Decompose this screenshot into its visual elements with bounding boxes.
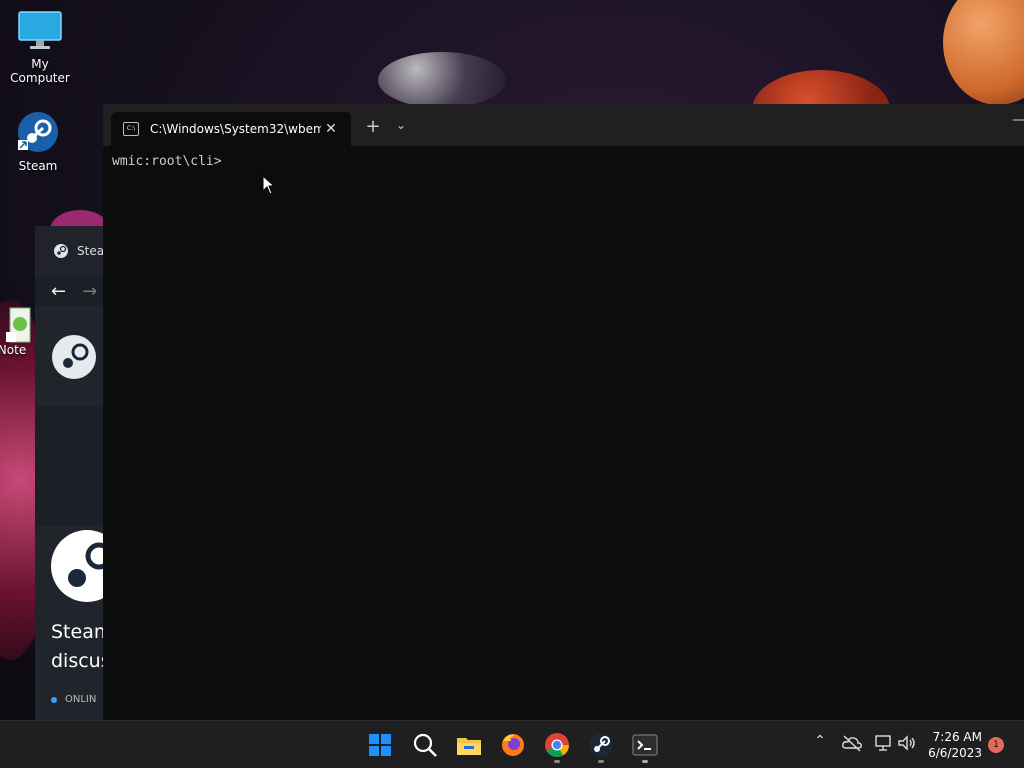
search-icon[interactable] — [411, 731, 439, 759]
notification-badge[interactable]: 1 — [988, 737, 1004, 753]
forward-arrow-icon[interactable]: → — [82, 281, 97, 302]
online-status: ONLIN — [51, 694, 96, 705]
close-tab-icon[interactable]: ✕ — [321, 121, 341, 137]
volume-icon[interactable] — [896, 733, 918, 753]
running-indicator — [554, 760, 560, 763]
wallpaper-glass-sphere — [378, 52, 506, 108]
terminal-prompt[interactable]: wmic:root\cli> — [112, 154, 222, 169]
cmd-icon: C:\ — [123, 122, 139, 136]
online-dot-icon — [51, 696, 57, 703]
terminal-titlebar[interactable]: C:\ C:\Windows\System32\wbem ✕ + ⌄ — — [103, 104, 1024, 146]
back-arrow-icon[interactable]: ← — [51, 281, 66, 302]
cloud-off-icon[interactable] — [841, 733, 863, 753]
terminal-tab[interactable]: C:\ C:\Windows\System32\wbem ✕ — [111, 112, 351, 146]
steam-tab-label: Stea — [77, 244, 105, 258]
notepad-icon — [6, 307, 31, 343]
start-icon[interactable] — [366, 731, 394, 759]
network-icon[interactable] — [873, 733, 895, 753]
terminal-icon[interactable] — [631, 731, 659, 759]
steam-logo-icon[interactable] — [51, 334, 97, 380]
chevron-down-icon[interactable]: ⌄ — [393, 118, 409, 132]
new-tab-button[interactable]: + — [363, 116, 383, 137]
taskbar: ⌃ 7:26 AM 6/6/2023 1 — [0, 720, 1024, 768]
minimize-button[interactable]: — — [1012, 112, 1024, 128]
running-indicator — [642, 760, 648, 763]
steam-icon[interactable] — [587, 731, 615, 759]
steam-icon — [54, 244, 68, 258]
desktop-icon-label: Steam — [18, 159, 58, 173]
desktop-icon-steam[interactable]: Steam — [0, 110, 78, 173]
clock-date: 6/6/2023 — [928, 746, 982, 760]
clock[interactable]: 7:26 AM 6/6/2023 — [928, 729, 982, 761]
mouse-cursor-icon — [262, 175, 276, 195]
monitor-icon — [18, 11, 62, 49]
steam-icon — [18, 112, 58, 152]
firefox-icon[interactable] — [499, 731, 527, 759]
chevron-up-icon[interactable]: ⌃ — [809, 733, 831, 749]
clock-time: 7:26 AM — [932, 730, 982, 744]
running-indicator — [598, 760, 604, 763]
chrome-icon[interactable] — [543, 731, 571, 759]
desktop-icon-my-computer[interactable]: My Computer — [0, 10, 80, 85]
file-explorer-icon[interactable] — [455, 731, 483, 759]
terminal-window[interactable]: C:\ C:\Windows\System32\wbem ✕ + ⌄ — wmi… — [103, 104, 1024, 720]
terminal-tab-title: C:\Windows\System32\wbem — [150, 122, 321, 136]
desktop-icon-label: My Computer — [10, 57, 70, 85]
wallpaper-orange-sphere — [943, 0, 1024, 105]
